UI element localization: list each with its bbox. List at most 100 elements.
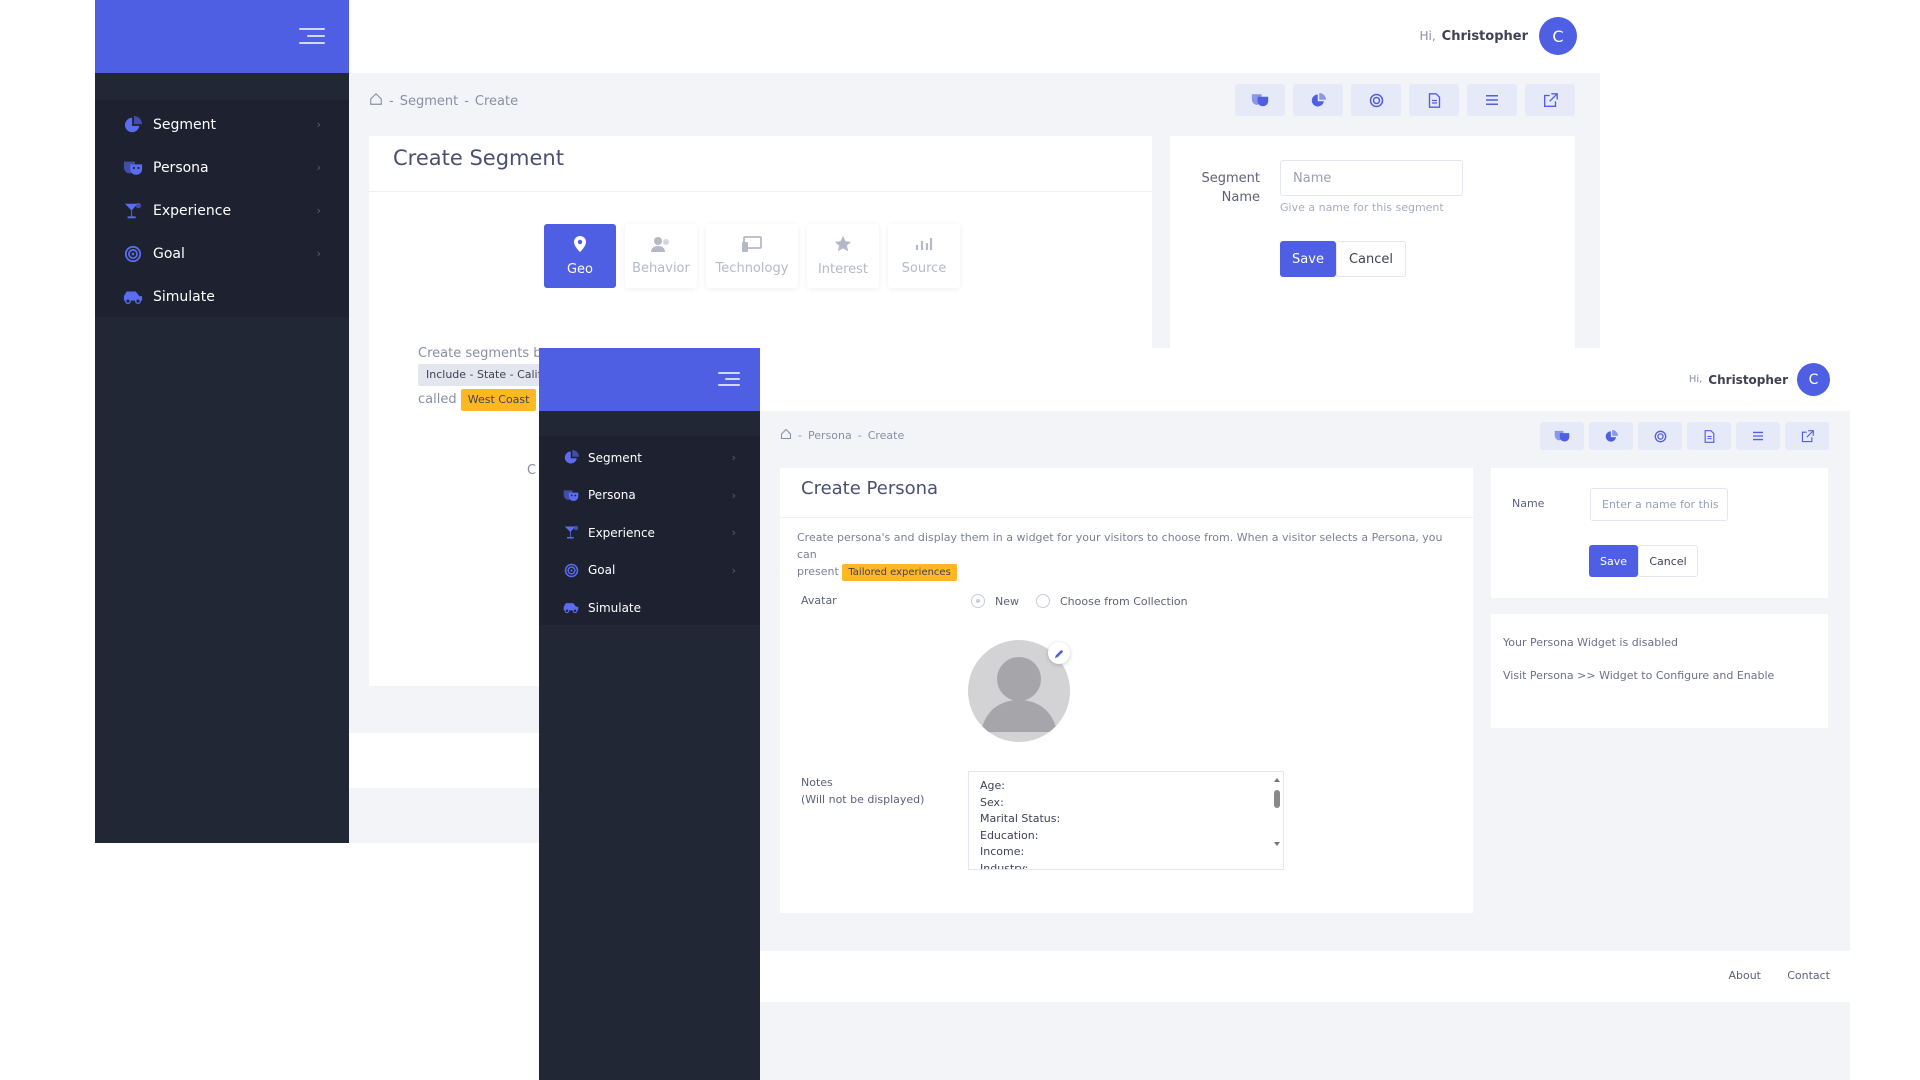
- sidebar-item-label: Simulate: [588, 600, 642, 615]
- save-button[interactable]: Save: [1589, 545, 1638, 577]
- tab-source[interactable]: Source: [888, 224, 960, 288]
- segment-description: Create segments b Include - State - Cali…: [418, 344, 550, 411]
- sidebar-item-simulate[interactable]: Simulate: [539, 589, 760, 627]
- segment-name-label: Segment Name: [1200, 169, 1261, 207]
- external-link-icon[interactable]: [1525, 84, 1575, 116]
- sidebar-item-persona[interactable]: Persona ›: [539, 477, 760, 515]
- radio-choose-collection[interactable]: [1036, 594, 1050, 608]
- radio-collection-label: Choose from Collection: [1060, 594, 1188, 608]
- notes-text: Age: Sex: Marital Status: Education: Inc…: [980, 779, 1061, 870]
- sidebar-item-label: Segment: [153, 116, 216, 133]
- mask-icon: [123, 160, 143, 176]
- notes-textarea[interactable]: Age: Sex: Marital Status: Education: Inc…: [968, 771, 1284, 870]
- breadcrumb-segment[interactable]: Segment: [400, 94, 459, 109]
- sidebar-item-simulate[interactable]: Simulate: [95, 275, 349, 318]
- footer-contact-link[interactable]: Contact: [1787, 969, 1830, 982]
- scrollbar-thumb[interactable]: [1274, 790, 1280, 808]
- sidebar-item-experience[interactable]: Experience ›: [539, 514, 760, 552]
- sidebar-item-segment[interactable]: Segment ›: [539, 439, 760, 477]
- persona-name-input[interactable]: Enter a name for this: [1590, 488, 1728, 521]
- sidebar: Segment › Persona › Experience › Goal › Simu…: [95, 0, 349, 843]
- avatar-radio-group: New Choose from Collection: [971, 594, 1188, 608]
- pencil-icon: [1054, 649, 1063, 658]
- footer: About Contact: [760, 951, 1850, 1002]
- hamburger-icon[interactable]: [718, 372, 740, 386]
- sidebar-item-segment[interactable]: Segment ›: [95, 103, 349, 146]
- tab-geo[interactable]: Geo: [544, 224, 616, 288]
- user-menu[interactable]: Hi, Christopher C: [1689, 363, 1830, 396]
- document-icon[interactable]: [1687, 422, 1731, 450]
- sidebar-item-goal[interactable]: Goal ›: [95, 232, 349, 275]
- target-icon[interactable]: [1351, 84, 1401, 116]
- description-line: present: [797, 565, 839, 578]
- label-line: Segment: [1201, 171, 1261, 186]
- radio-new-label: New: [995, 594, 1019, 608]
- pie-chart-icon: [563, 450, 579, 465]
- sidebar-item-experience[interactable]: Experience ›: [95, 189, 349, 232]
- chevron-right-icon: ›: [316, 161, 321, 174]
- description-text: Create segments b: [418, 346, 542, 361]
- called-text: called: [418, 392, 457, 407]
- star-icon: [834, 235, 852, 257]
- input-placeholder: Enter a name for this: [1602, 498, 1719, 511]
- tab-interest[interactable]: Interest: [807, 224, 879, 288]
- user-name: Christopher: [1708, 372, 1788, 387]
- car-icon: [563, 601, 579, 614]
- segment-name-input[interactable]: Name: [1280, 160, 1463, 196]
- sidebar-item-label: Persona: [153, 159, 209, 176]
- cancel-button[interactable]: Cancel: [1336, 241, 1406, 277]
- car-icon: [123, 289, 143, 305]
- edit-avatar-button[interactable]: [1048, 642, 1070, 664]
- sidebar-item-goal[interactable]: Goal ›: [539, 552, 760, 590]
- home-icon[interactable]: [780, 428, 792, 443]
- document-icon[interactable]: [1409, 84, 1459, 116]
- list-icon[interactable]: [1467, 84, 1517, 116]
- user-menu[interactable]: Hi, Christopher C: [1419, 17, 1577, 55]
- mask-icon[interactable]: [1235, 84, 1285, 116]
- tab-behavior[interactable]: Behavior: [625, 224, 697, 288]
- avatar[interactable]: C: [1797, 363, 1830, 396]
- sidebar-item-label: Segment: [588, 450, 642, 465]
- breadcrumb-separator: -: [464, 93, 469, 109]
- breadcrumb-create: Create: [867, 429, 905, 442]
- tab-technology[interactable]: Technology: [706, 224, 798, 288]
- notes-title: Notes: [801, 776, 833, 789]
- footer-about-link[interactable]: About: [1728, 969, 1761, 982]
- mask-icon: [563, 489, 579, 502]
- truncated-text: C: [527, 463, 537, 478]
- pie-chart-icon: [123, 115, 143, 134]
- cancel-button[interactable]: Cancel: [1638, 545, 1698, 577]
- sidebar-item-label: Experience: [588, 525, 655, 540]
- breadcrumb: - Persona - Create: [780, 428, 904, 443]
- hamburger-icon[interactable]: [299, 28, 325, 44]
- chevron-right-icon: ›: [316, 204, 321, 217]
- sidebar: Segment › Persona › Experience › Goal › Simu…: [539, 348, 760, 1080]
- segment-name-tag: West Coast: [460, 389, 537, 411]
- tailored-experiences-tag: Tailored experiences: [842, 564, 957, 581]
- pie-chart-icon[interactable]: [1589, 422, 1633, 450]
- segment-name-hint: Give a name for this segment: [1280, 201, 1444, 214]
- external-link-icon[interactable]: [1785, 422, 1829, 450]
- target-icon: [563, 563, 579, 578]
- widget-hint[interactable]: Visit Persona >> Widget to Configure and…: [1503, 669, 1774, 682]
- user-name: Christopher: [1441, 28, 1528, 44]
- sidebar-item-persona[interactable]: Persona ›: [95, 146, 349, 189]
- home-icon[interactable]: [369, 92, 383, 110]
- chevron-right-icon: ›: [731, 526, 736, 540]
- users-icon: [650, 236, 672, 256]
- avatar[interactable]: C: [1539, 17, 1577, 55]
- chevron-right-icon: ›: [731, 451, 736, 465]
- toolbar: [1235, 84, 1575, 116]
- pie-chart-icon[interactable]: [1293, 84, 1343, 116]
- breadcrumb-persona[interactable]: Persona: [808, 429, 852, 442]
- tab-label: Technology: [715, 261, 789, 276]
- persona-window: Segment › Persona › Experience › Goal › Simu…: [539, 348, 1850, 1080]
- greeting: Hi,: [1688, 374, 1703, 385]
- target-icon[interactable]: [1638, 422, 1682, 450]
- radio-new[interactable]: [971, 594, 985, 608]
- save-button[interactable]: Save: [1280, 241, 1336, 277]
- scrollbar[interactable]: [1271, 772, 1283, 869]
- map-pin-icon: [573, 235, 587, 257]
- mask-icon[interactable]: [1540, 422, 1584, 450]
- list-icon[interactable]: [1736, 422, 1780, 450]
